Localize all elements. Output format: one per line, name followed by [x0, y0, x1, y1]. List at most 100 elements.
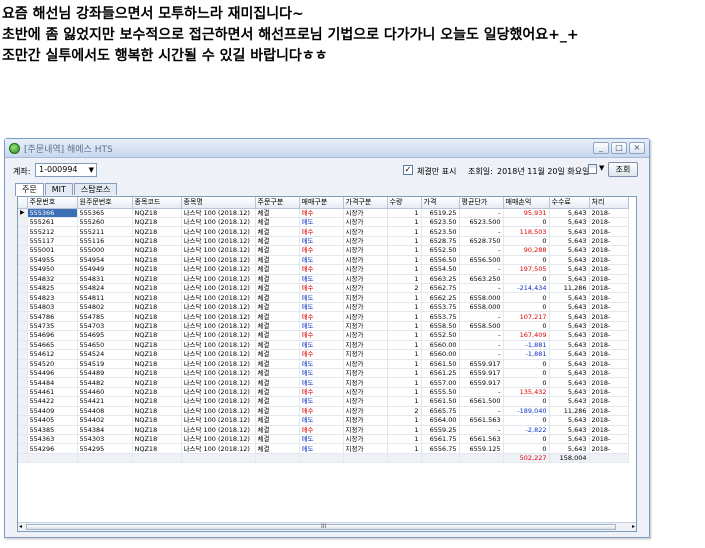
table-row[interactable]: 554823 554811 NQZ18 나스닥 100 (2018.12) 체결 매도 지정… [18, 292, 629, 303]
totals-cell [132, 453, 182, 464]
column-header[interactable]: 원주문번호 [77, 197, 133, 209]
filled-only-checkbox[interactable]: ✓ [403, 165, 413, 175]
scroll-right-icon[interactable]: ▸ [632, 523, 635, 530]
tab-mit[interactable]: MIT [44, 183, 73, 195]
window-titlebar[interactable]: [주문내역] 해에스 HTS _ □ × [5, 139, 649, 158]
table-cell: 6523.500 [459, 217, 504, 228]
table-cell: NQZ18 [132, 415, 182, 426]
table-cell: 6558.500 [459, 321, 504, 332]
table-cell: 나스닥 100 (2018.12) [181, 377, 256, 388]
tab-stoploss[interactable]: 스탑로스 [73, 183, 118, 195]
date-field[interactable]: 2018년 11월 20일 화요일 [497, 166, 590, 177]
table-cell: 555366 [27, 208, 78, 218]
table-row[interactable]: 554461 554460 NQZ18 나스닥 100 (2018.12) 체결 매수 시장… [18, 387, 629, 398]
table-row[interactable]: 554363 554303 NQZ18 나스닥 100 (2018.12) 체결 매도 시장… [18, 434, 629, 445]
table-row[interactable]: 555117 555116 NQZ18 나스닥 100 (2018.12) 체결 매도 시장… [18, 236, 629, 247]
table-cell: -1,881 [503, 340, 550, 351]
table-cell: 0 [503, 302, 550, 313]
table-cell: 1 [387, 245, 422, 256]
table-cell: 6558.50 [421, 321, 460, 332]
table-cell: 시장가 [343, 387, 388, 398]
table-cell: NQZ18 [132, 443, 182, 454]
table-cell: NQZ18 [132, 349, 182, 360]
scroll-left-icon[interactable]: ◂ [19, 523, 22, 530]
column-header[interactable]: 평균단가 [459, 197, 504, 209]
table-cell: 554832 [27, 274, 78, 285]
horizontal-scrollbar[interactable]: ◂ III ▸ [18, 522, 636, 531]
scroll-grip-icon: III [321, 523, 327, 530]
table-row[interactable]: 554950 554949 NQZ18 나스닥 100 (2018.12) 체결 매수 시장… [18, 264, 629, 275]
table-row[interactable]: 554832 554831 NQZ18 나스닥 100 (2018.12) 체결 매도 시장… [18, 274, 629, 285]
column-header[interactable]: 수량 [387, 197, 422, 209]
column-header[interactable]: 주문번호 [27, 197, 78, 209]
table-cell: 554482 [77, 377, 133, 388]
table-cell: 나스닥 100 (2018.12) [181, 396, 256, 407]
table-row[interactable]: 554496 554489 NQZ18 나스닥 100 (2018.12) 체결 매도 지정… [18, 368, 629, 379]
table-cell: 554950 [27, 264, 78, 275]
table-cell: 554703 [77, 321, 133, 332]
date-dropdown-icon[interactable]: ▼ [599, 164, 604, 172]
table-row[interactable]: 554422 554421 NQZ18 나스닥 100 (2018.12) 체결 매도 시장… [18, 396, 629, 407]
table-row[interactable]: 555261 555260 NQZ18 나스닥 100 (2018.12) 체결 매도 시장… [18, 217, 629, 228]
query-button[interactable]: 조회 [608, 162, 638, 177]
table-row[interactable]: 554612 554524 NQZ18 나스닥 100 (2018.12) 체결 매수 지정… [18, 349, 629, 360]
table-row[interactable]: 554803 554802 NQZ18 나스닥 100 (2018.12) 체결 매도 시장… [18, 302, 629, 313]
table-cell: 554735 [27, 321, 78, 332]
table-cell: 0 [503, 321, 550, 332]
column-header[interactable]: 주문구분 [255, 197, 300, 209]
column-header[interactable]: 종목명 [181, 197, 256, 209]
table-cell: 11,286 [549, 406, 590, 417]
table-row[interactable]: 554409 554408 NQZ18 나스닥 100 (2018.12) 체결 매수 시장… [18, 406, 629, 417]
table-cell: 1 [387, 340, 422, 351]
table-cell: 나스닥 100 (2018.12) [181, 368, 256, 379]
table-cell: 2018- [589, 359, 629, 369]
column-header[interactable]: 가격 [421, 197, 460, 209]
column-header[interactable]: 종목코드 [132, 197, 182, 209]
column-header[interactable]: 처리 [589, 197, 629, 209]
maximize-button[interactable]: □ [611, 142, 627, 154]
tab-bar: 주문 MIT 스탑로스 [15, 183, 118, 196]
table-row[interactable]: 554735 554703 NQZ18 나스닥 100 (2018.12) 체결 매도 지정… [18, 321, 629, 332]
table-row[interactable]: 554825 554824 NQZ18 나스닥 100 (2018.12) 체결 매수 시장… [18, 283, 629, 294]
row-indicator [18, 264, 28, 275]
account-value: 1-000994 [39, 165, 78, 174]
table-cell: 554825 [27, 283, 78, 294]
table-row[interactable]: 554385 554384 NQZ18 나스닥 100 (2018.12) 체결 매수 지정… [18, 425, 629, 436]
table-row[interactable]: 555212 555211 NQZ18 나스닥 100 (2018.12) 체결 매수 시장… [18, 226, 629, 237]
table-row[interactable]: ▶ 555366 555365 NQZ18 나스닥 100 (2018.12) 체결 매수 시… [18, 208, 629, 218]
table-cell: 2018- [589, 406, 629, 417]
close-button[interactable]: × [629, 142, 645, 154]
orders-grid[interactable]: 주문번호 원주문번호 종목코드 종목명 주문구분 매매구분 가격구분 수량 가격 평균단가 매매손익… [17, 196, 637, 532]
scrollbar-thumb[interactable]: III [26, 523, 616, 530]
table-cell: 90,288 [503, 245, 550, 256]
table-cell: - [459, 406, 504, 417]
account-select[interactable]: 1-000994 ▼ [35, 163, 97, 177]
table-row[interactable]: 554955 554954 NQZ18 나스닥 100 (2018.12) 체결 매도 시장… [18, 255, 629, 266]
minimize-button[interactable]: _ [593, 142, 609, 154]
table-row[interactable]: 554696 554695 NQZ18 나스닥 100 (2018.12) 체결 매수 시장… [18, 330, 629, 341]
table-cell: 1 [387, 330, 422, 341]
table-cell: 555365 [77, 208, 133, 218]
table-cell: 5,643 [549, 255, 590, 266]
calendar-icon[interactable] [588, 164, 597, 174]
column-header[interactable]: 수수료 [549, 197, 590, 209]
tab-order[interactable]: 주문 [15, 183, 44, 196]
table-row[interactable]: 554484 554482 NQZ18 나스닥 100 (2018.12) 체결 매도 지정… [18, 377, 629, 388]
table-row[interactable]: 554786 554785 NQZ18 나스닥 100 (2018.12) 체결 매수 시장… [18, 311, 629, 322]
table-cell: 0 [503, 368, 550, 379]
table-cell: 매수 [299, 208, 344, 218]
table-row[interactable]: 554665 554650 NQZ18 나스닥 100 (2018.12) 체결 매도 지정… [18, 340, 629, 351]
table-cell: NQZ18 [132, 274, 182, 285]
table-row[interactable]: 554296 554295 NQZ18 나스닥 100 (2018.12) 체결 매도 지정… [18, 443, 629, 454]
table-cell: 체결 [255, 425, 300, 436]
table-row[interactable]: 554405 554402 NQZ18 나스닥 100 (2018.12) 체결 매도 지정… [18, 415, 629, 426]
column-header[interactable]: 가격구분 [343, 197, 388, 209]
row-indicator [18, 292, 28, 303]
table-cell: 0 [503, 396, 550, 407]
table-row[interactable]: 554520 554519 NQZ18 나스닥 100 (2018.12) 체결 매도 시장… [18, 359, 629, 369]
table-cell: 1 [387, 368, 422, 379]
column-header[interactable]: 매매손익 [503, 197, 550, 209]
column-header[interactable]: 매매구분 [299, 197, 344, 209]
table-row[interactable]: 555001 555000 NQZ18 나스닥 100 (2018.12) 체결 매수 시장… [18, 245, 629, 256]
table-cell: 나스닥 100 (2018.12) [181, 274, 256, 285]
